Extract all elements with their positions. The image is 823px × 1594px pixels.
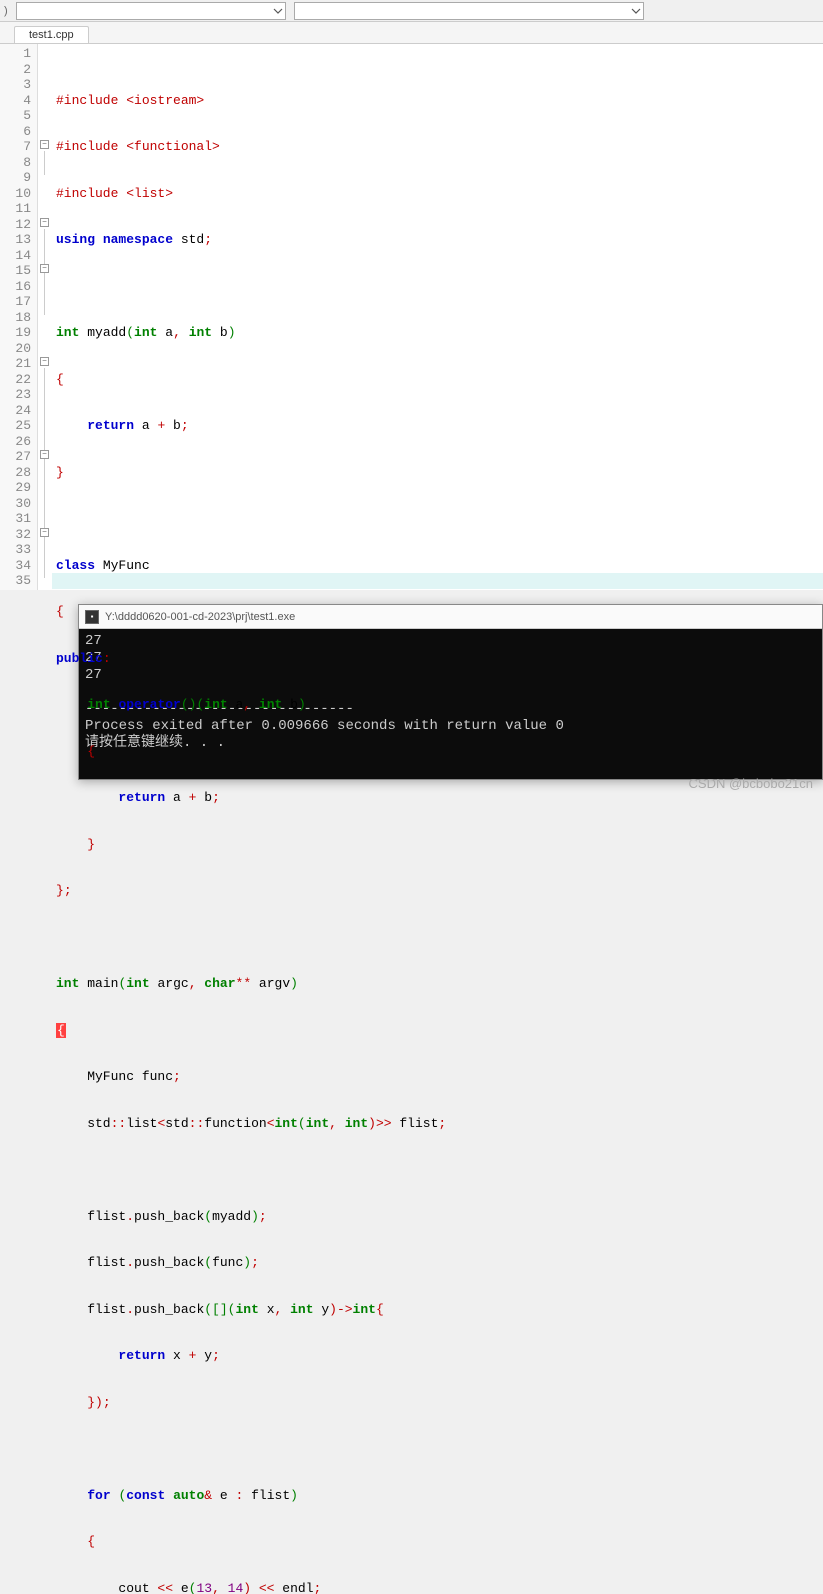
- console-icon: ▪: [85, 610, 99, 624]
- console-window: ▪ Y:\dddd0620-001-cd-2023\prj\test1.exe …: [78, 604, 823, 780]
- fold-icon[interactable]: −: [40, 357, 49, 366]
- fold-icon[interactable]: −: [40, 264, 49, 273]
- tab-file[interactable]: test1.cpp: [14, 26, 89, 43]
- fold-icon[interactable]: −: [40, 450, 49, 459]
- member-dropdown[interactable]: [294, 2, 644, 20]
- fold-icon[interactable]: −: [40, 528, 49, 537]
- tab-bar: test1.cpp: [0, 22, 823, 44]
- line-gutter: 1234567891011121314151617181920212223242…: [0, 44, 38, 590]
- watermark: CSDN @bcbobo21cn: [689, 776, 813, 791]
- console-titlebar[interactable]: ▪ Y:\dddd0620-001-cd-2023\prj\test1.exe: [79, 605, 822, 629]
- fold-icon[interactable]: −: [40, 218, 49, 227]
- code-editor[interactable]: 1234567891011121314151617181920212223242…: [0, 44, 823, 590]
- fold-icon[interactable]: −: [40, 140, 49, 149]
- chevron-down-icon: [273, 6, 283, 16]
- current-line-highlight: [52, 573, 823, 589]
- scope-dropdown[interactable]: [16, 2, 286, 20]
- toolbar: ): [0, 0, 823, 22]
- fold-column: − − − − − −: [38, 44, 52, 590]
- code-area[interactable]: #include <iostream> #include <functional…: [52, 44, 823, 590]
- console-title-text: Y:\dddd0620-001-cd-2023\prj\test1.exe: [105, 611, 295, 623]
- chevron-down-icon: [631, 6, 641, 16]
- toolbar-label: ): [0, 5, 12, 17]
